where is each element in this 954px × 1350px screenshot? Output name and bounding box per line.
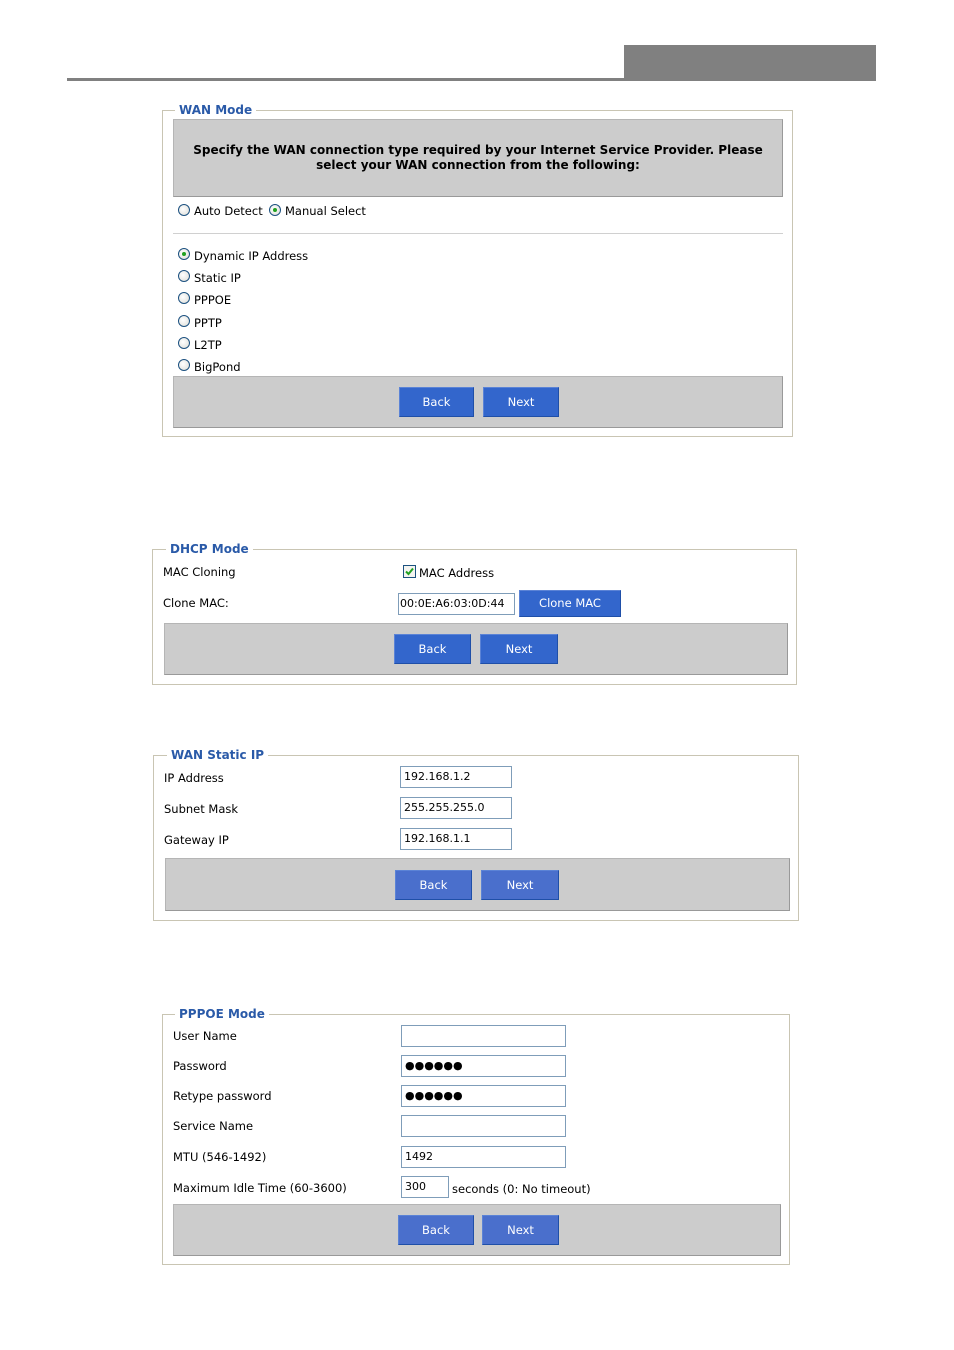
wan-mode-panel: WAN Mode Specify the WAN connection type… xyxy=(162,103,793,437)
wan-static-ip-button-bar: Back Next xyxy=(165,858,790,911)
retype-password-input[interactable]: ●●●●●● xyxy=(401,1085,566,1107)
next-button[interactable]: Next xyxy=(481,870,559,900)
next-button[interactable]: Next xyxy=(480,634,558,664)
radio-pppoe-circle[interactable] xyxy=(178,292,190,304)
subnet-mask-label: Subnet Mask xyxy=(164,802,239,816)
checkmark-icon xyxy=(405,567,414,576)
retype-password-label: Retype password xyxy=(173,1089,272,1103)
back-button[interactable]: Back xyxy=(399,387,474,417)
header-block xyxy=(624,45,876,81)
mtu-input[interactable]: 1492 xyxy=(401,1146,566,1168)
max-idle-time-label: Maximum Idle Time (60-3600) xyxy=(173,1181,347,1195)
back-button[interactable]: Back xyxy=(395,870,472,900)
wan-mode-description-box: Specify the WAN connection type required… xyxy=(173,119,783,197)
next-button[interactable]: Next xyxy=(483,387,559,417)
mtu-label: MTU (546-1492) xyxy=(173,1150,267,1164)
wan-mode-description-line2: select your WAN connection from the foll… xyxy=(316,158,640,172)
pppoe-mode-panel: PPPOE Mode User Name Password ●●●●●● Ret… xyxy=(162,1007,790,1265)
radio-manual-select-label: Manual Select xyxy=(285,204,366,218)
user-name-input[interactable] xyxy=(401,1025,566,1047)
clone-mac-label: Clone MAC: xyxy=(163,596,229,610)
radio-bigpond-label: BigPond xyxy=(194,360,241,374)
service-name-input[interactable] xyxy=(401,1115,566,1137)
back-button[interactable]: Back xyxy=(398,1215,474,1245)
wan-static-ip-legend: WAN Static IP xyxy=(167,748,269,762)
dhcp-mode-panel: DHCP Mode MAC Cloning MAC Address Clone … xyxy=(152,542,797,685)
password-input[interactable]: ●●●●●● xyxy=(401,1055,566,1077)
dhcp-mode-legend: DHCP Mode xyxy=(166,542,253,556)
radio-bigpond-circle[interactable] xyxy=(178,359,190,371)
gateway-ip-input[interactable]: 192.168.1.1 xyxy=(400,828,512,850)
back-button[interactable]: Back xyxy=(394,634,471,664)
dhcp-mode-button-bar: Back Next xyxy=(164,623,788,675)
divider xyxy=(173,233,783,234)
mac-address-checkbox-label: MAC Address xyxy=(419,566,495,580)
mac-address-checkbox-box[interactable] xyxy=(403,565,416,578)
service-name-label: Service Name xyxy=(173,1119,254,1133)
radio-pppoe-label: PPPOE xyxy=(194,293,232,307)
mac-cloning-label: MAC Cloning xyxy=(163,565,236,579)
clone-mac-input[interactable]: 00:0E:A6:03:0D:44 xyxy=(398,593,515,615)
radio-pptp-circle[interactable] xyxy=(178,315,190,327)
ip-address-label: IP Address xyxy=(164,771,224,785)
radio-dynamic-ip-circle[interactable] xyxy=(178,248,190,260)
header-rule xyxy=(67,78,624,81)
password-label: Password xyxy=(173,1059,227,1073)
radio-static-ip-label: Static IP xyxy=(194,271,241,285)
next-button[interactable]: Next xyxy=(482,1215,559,1245)
wan-static-ip-panel: WAN Static IP IP Address 192.168.1.2 Sub… xyxy=(153,748,799,921)
idle-time-suffix: seconds (0: No timeout) xyxy=(452,1182,591,1196)
radio-l2tp-circle[interactable] xyxy=(178,337,190,349)
radio-l2tp-label: L2TP xyxy=(194,338,222,352)
gateway-ip-label: Gateway IP xyxy=(164,833,229,847)
subnet-mask-input[interactable]: 255.255.255.0 xyxy=(400,797,512,819)
wan-mode-legend: WAN Mode xyxy=(175,103,257,117)
radio-pptp-label: PPTP xyxy=(194,316,222,330)
ip-address-input[interactable]: 192.168.1.2 xyxy=(400,766,512,788)
clone-mac-button[interactable]: Clone MAC xyxy=(519,590,621,617)
radio-manual-select-circle[interactable] xyxy=(269,204,281,216)
max-idle-time-input[interactable]: 300 xyxy=(401,1176,449,1198)
wan-mode-button-bar: Back Next xyxy=(173,376,783,428)
pppoe-mode-button-bar: Back Next xyxy=(173,1204,781,1256)
user-name-label: User Name xyxy=(173,1029,237,1043)
radio-dynamic-ip-label: Dynamic IP Address xyxy=(194,249,309,263)
pppoe-mode-legend: PPPOE Mode xyxy=(175,1007,269,1021)
radio-static-ip-circle[interactable] xyxy=(178,270,190,282)
radio-auto-detect-circle[interactable] xyxy=(178,204,190,216)
radio-auto-detect-label: Auto Detect xyxy=(194,204,263,218)
wan-mode-description-line1: Specify the WAN connection type required… xyxy=(193,143,763,157)
